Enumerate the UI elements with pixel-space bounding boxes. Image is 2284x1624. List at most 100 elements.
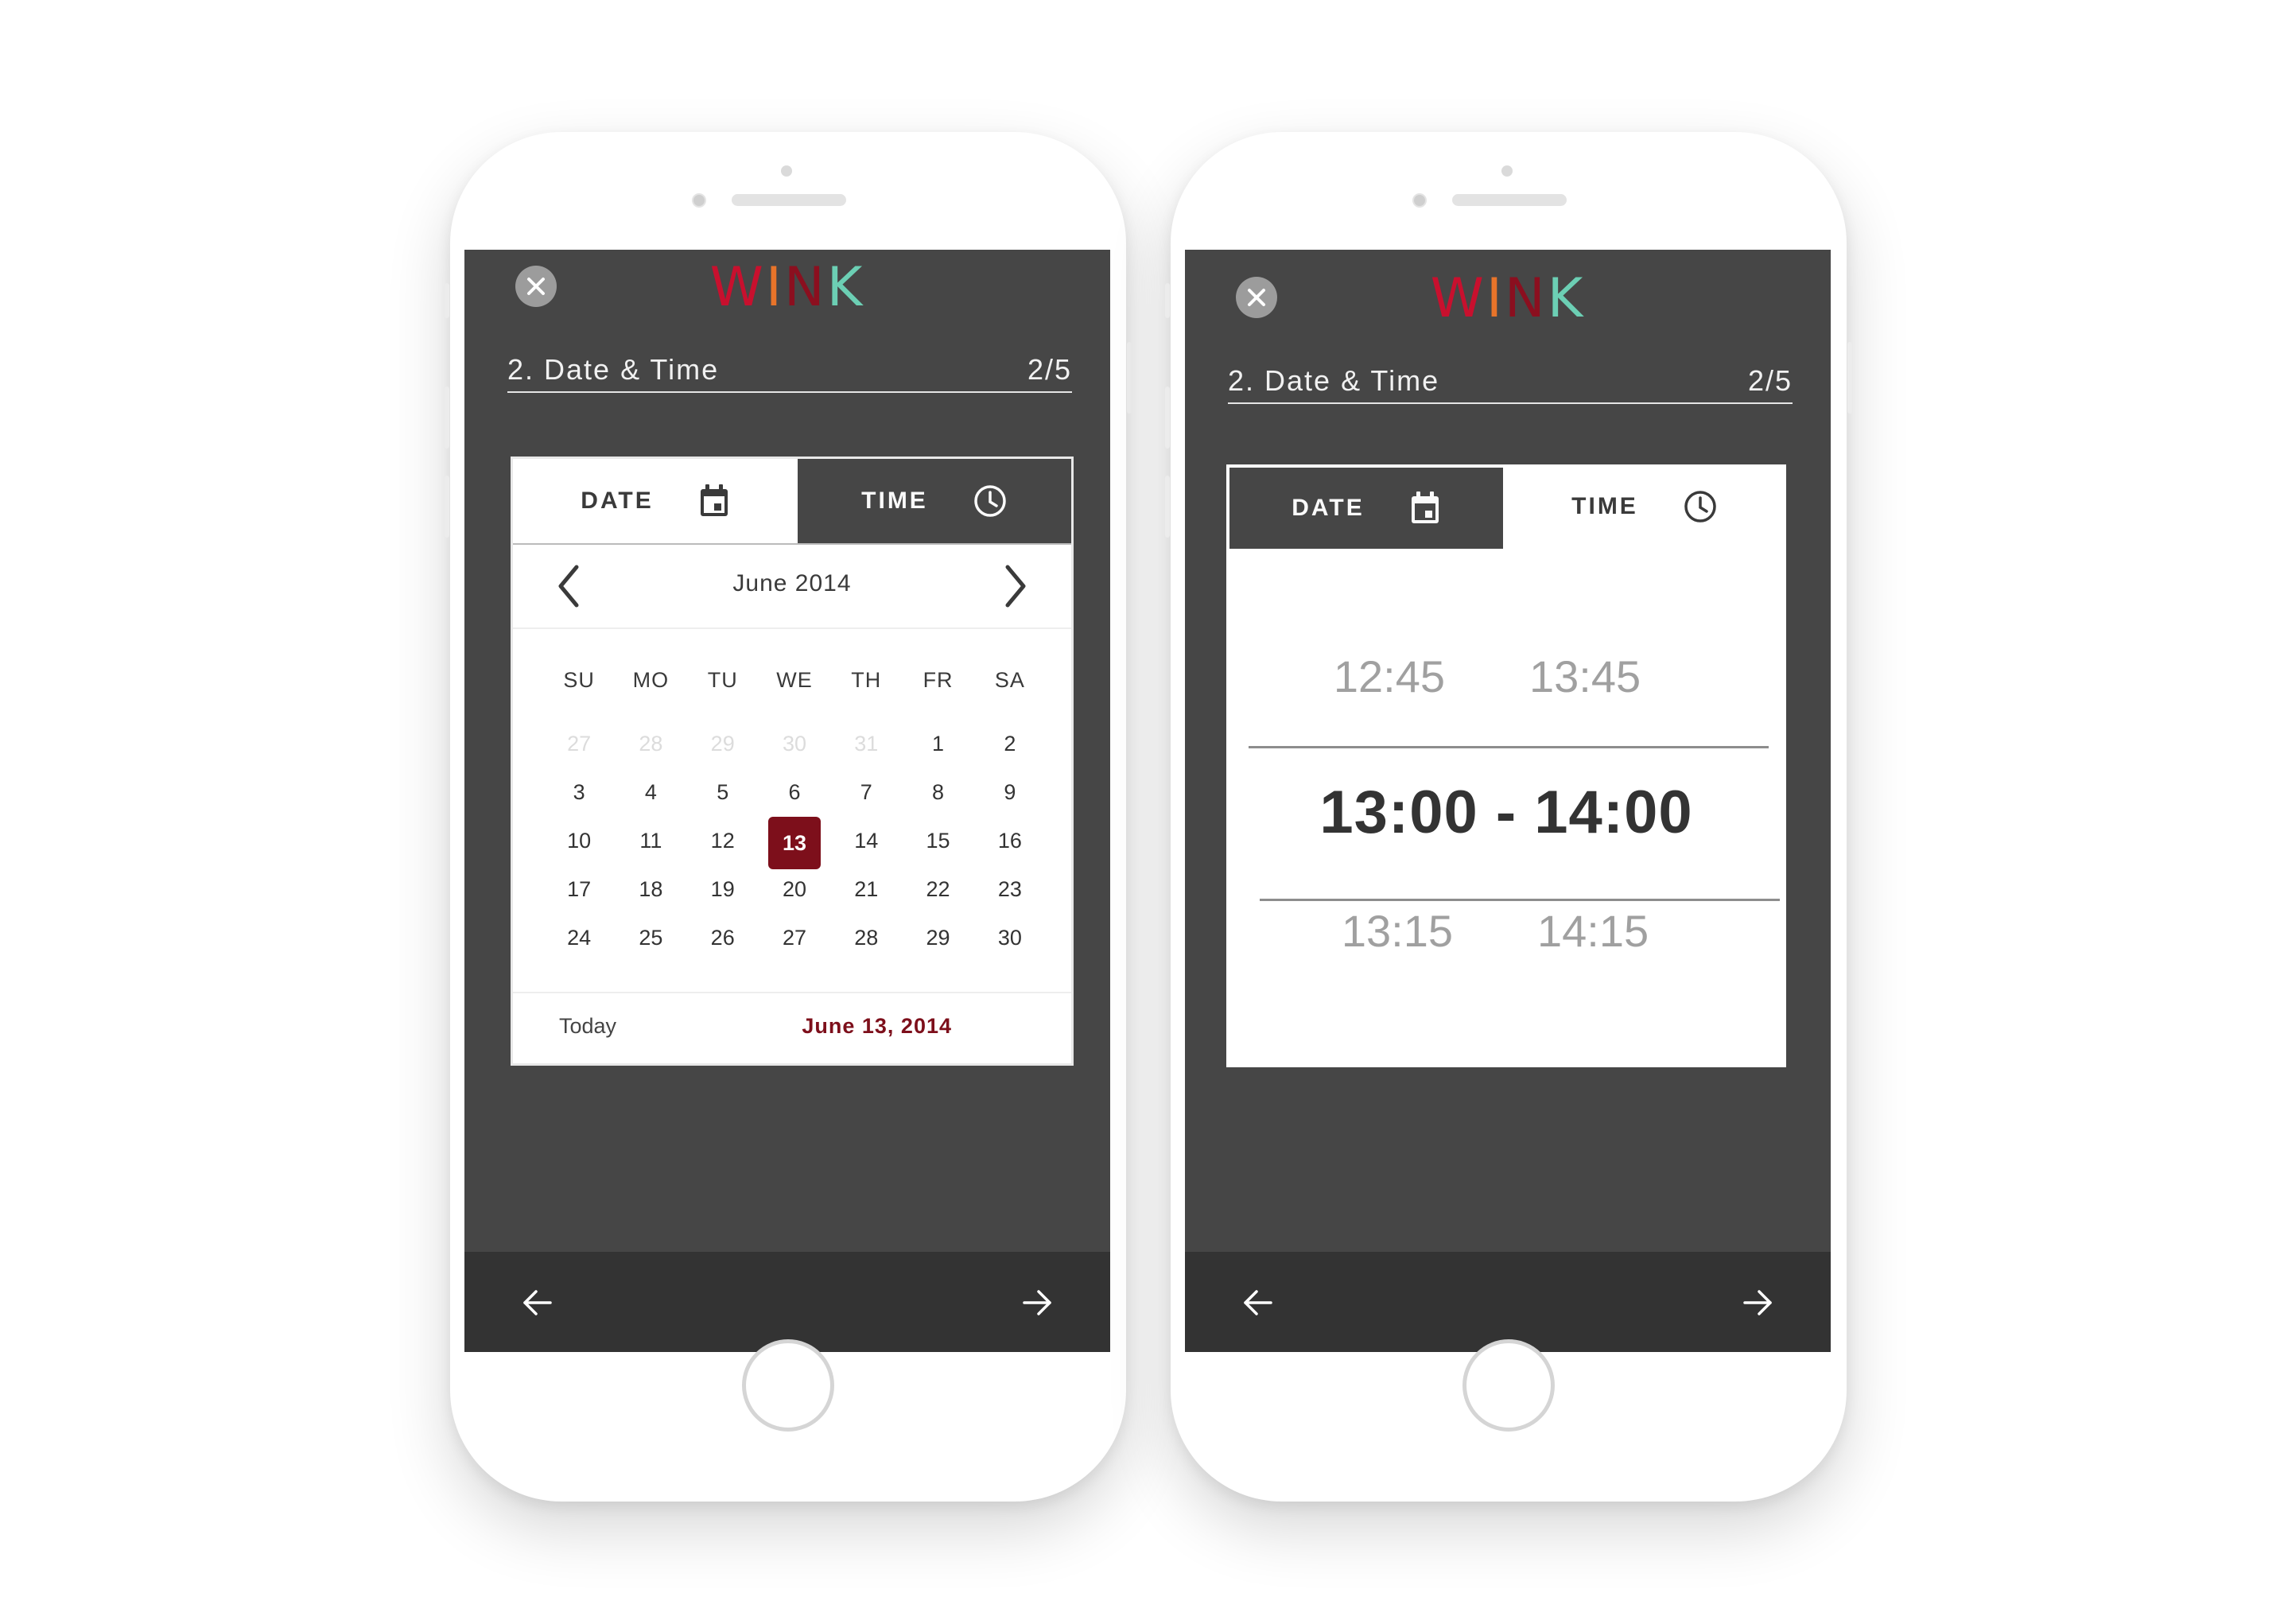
calendar-grid: SU MO TU WE TH FR SA 27 28 29 30 31 1 2 3 4 5 6 7 8 9 10 11 12… [543,664,1046,962]
calendar-day[interactable]: 22 [902,865,973,914]
day-number: 5 [717,780,729,804]
bottom-nav-bar [1185,1252,1831,1352]
calendar-day[interactable]: 10 [543,817,615,869]
time-start-above: 12:45 [1333,651,1445,701]
calendar-day[interactable]: 8 [902,768,973,817]
calendar-week-row: 17 18 19 20 21 22 23 [543,865,1046,914]
calendar-day[interactable]: 21 [830,865,902,914]
day-number: 17 [567,877,592,901]
volume-up-button [1165,387,1170,449]
calendar-day[interactable]: 17 [543,865,615,914]
volume-down-button [1165,476,1170,538]
calendar-day[interactable]: 12 [687,817,759,869]
calendar-day[interactable]: 5 [687,768,759,817]
date-picker-card: DATE TIME June 2014 SU MO TU WE TH FR SA… [511,457,1074,1066]
calendar-day[interactable]: 3 [543,768,615,817]
day-number: 16 [997,829,1022,853]
time-end-below: 14:15 [1537,906,1649,956]
calendar-day[interactable]: 23 [974,865,1046,914]
tab-time[interactable]: TIME [798,459,1071,543]
calendar-day[interactable]: 25 [615,914,686,962]
day-number: 11 [639,829,662,853]
weekday-label: TH [851,668,882,692]
weekday-label: TU [707,668,738,692]
close-icon [527,278,545,295]
day-number: 29 [710,732,735,756]
day-number: 20 [782,877,807,901]
calendar-day-selected[interactable]: 13 [759,817,830,869]
day-number: 8 [932,780,945,804]
calendar-week-row: 27 28 29 30 31 1 2 [543,720,1046,768]
calendar-day[interactable]: 26 [687,914,759,962]
day-number: 27 [567,732,592,756]
tab-date[interactable]: DATE [513,459,798,543]
tab-time[interactable]: TIME [1503,464,1786,549]
time-range-picker[interactable]: 12:45 13:45 13:00 - 14:00 13:15 14:15 [1226,549,1786,1067]
day-number: 29 [926,926,950,950]
calendar-footer: Today June 13, 2014 [513,992,1071,1063]
arrow-right-icon[interactable] [1020,1285,1055,1320]
time-option-below[interactable]: 13:15 14:15 [1215,905,1775,957]
day-number: 21 [854,877,879,901]
day-number: 30 [997,926,1022,950]
time-option-selected[interactable]: 13:00 - 14:00 [1226,778,1786,847]
day-number: 30 [782,732,807,756]
day-number: 23 [997,877,1022,901]
logo-letter-w: W [1430,267,1486,330]
tab-time-label: TIME [861,488,928,514]
day-number: 18 [639,877,663,901]
calendar-week-row: 10 11 12 13 14 15 16 [543,817,1046,869]
close-button[interactable] [1236,277,1277,318]
calendar-day[interactable]: 18 [615,865,686,914]
calendar-day[interactable]: 9 [974,768,1046,817]
screen-date-picker: W I N K 2. Date & Time 2/5 DATE TIME Jun… [464,250,1110,1352]
calendar-day[interactable]: 15 [902,817,973,869]
calendar-day[interactable]: 29 [902,914,973,962]
phone-mockup-left: W I N K 2. Date & Time 2/5 DATE TIME Jun… [445,132,1132,1502]
close-icon [1248,289,1265,306]
arrow-right-icon[interactable] [1740,1285,1775,1320]
time-option-above[interactable]: 12:45 13:45 [1207,651,1767,702]
day-number: 19 [710,877,735,901]
calendar-day[interactable]: 24 [543,914,615,962]
day-number: 2 [1004,732,1016,756]
chevron-right-icon[interactable] [1000,562,1031,610]
weekday-label: SA [994,668,1025,692]
calendar-day[interactable]: 28 [830,914,902,962]
calendar-day[interactable]: 19 [687,865,759,914]
calendar-day[interactable]: 4 [615,768,686,817]
calendar-day[interactable]: 27 [759,914,830,962]
calendar-day[interactable]: 14 [830,817,902,869]
calendar-day[interactable]: 2 [974,720,1046,768]
mute-switch [1165,283,1170,318]
arrow-left-icon[interactable] [520,1285,555,1320]
screen-time-picker: W I N K 2. Date & Time 2/5 DATE TIME 12:… [1185,250,1831,1352]
day-number: 28 [639,732,663,756]
calendar-day[interactable]: 30 [974,914,1046,962]
logo-letter-w: W [709,256,766,319]
weekday-label: MO [632,668,670,692]
calendar-day[interactable]: 7 [830,768,902,817]
calendar-day[interactable]: 1 [902,720,973,768]
close-button[interactable] [515,266,557,307]
calendar-day[interactable]: 11 [615,817,686,869]
day-number: 3 [573,780,585,804]
calendar-icon [1411,491,1439,523]
step-header: 2. Date & Time 2/5 [1228,364,1793,404]
power-button [1127,342,1132,414]
calendar-day: 27 [543,720,615,768]
calendar-day: 30 [759,720,830,768]
day-number: 28 [854,926,879,950]
calendar-week-row: 24 25 26 27 28 29 30 [543,914,1046,962]
today-button[interactable]: Today [559,1014,616,1039]
time-end-above: 13:45 [1529,651,1641,701]
tab-date-label: DATE [1292,495,1365,521]
calendar-day[interactable]: 6 [759,768,830,817]
arrow-left-icon[interactable] [1241,1285,1276,1320]
mute-switch [445,283,449,318]
day-number: 9 [1004,780,1016,804]
calendar-day[interactable]: 16 [974,817,1046,869]
day-number: 12 [710,829,735,853]
calendar-day[interactable]: 20 [759,865,830,914]
tab-date[interactable]: DATE [1229,468,1503,549]
